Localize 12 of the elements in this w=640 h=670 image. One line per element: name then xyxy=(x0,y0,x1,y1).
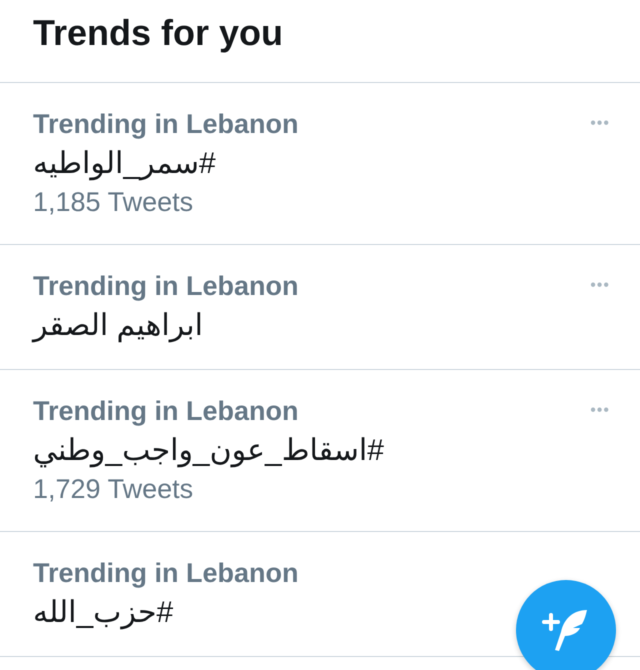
compose-button[interactable] xyxy=(516,580,616,670)
trend-location: Trending in Lebanon xyxy=(33,396,298,427)
trend-topic[interactable]: ابراهيم الصقر xyxy=(33,308,203,343)
trend-location: Trending in Lebanon xyxy=(33,271,298,302)
section-title: Trends for you xyxy=(33,12,284,53)
tweet-count: 1,729 Tweets xyxy=(33,474,194,505)
trend-topic[interactable]: #سمر_الواطيه xyxy=(33,146,216,181)
trend-topic[interactable]: #حزب_الله xyxy=(33,595,174,630)
trend-location: Trending in Lebanon xyxy=(33,558,298,589)
tweet-count: 1,185 Tweets xyxy=(33,187,194,218)
trend-location: Trending in Lebanon xyxy=(33,109,298,140)
trend-topic[interactable]: #اسقاط_عون_واجب_وطني xyxy=(33,433,384,468)
